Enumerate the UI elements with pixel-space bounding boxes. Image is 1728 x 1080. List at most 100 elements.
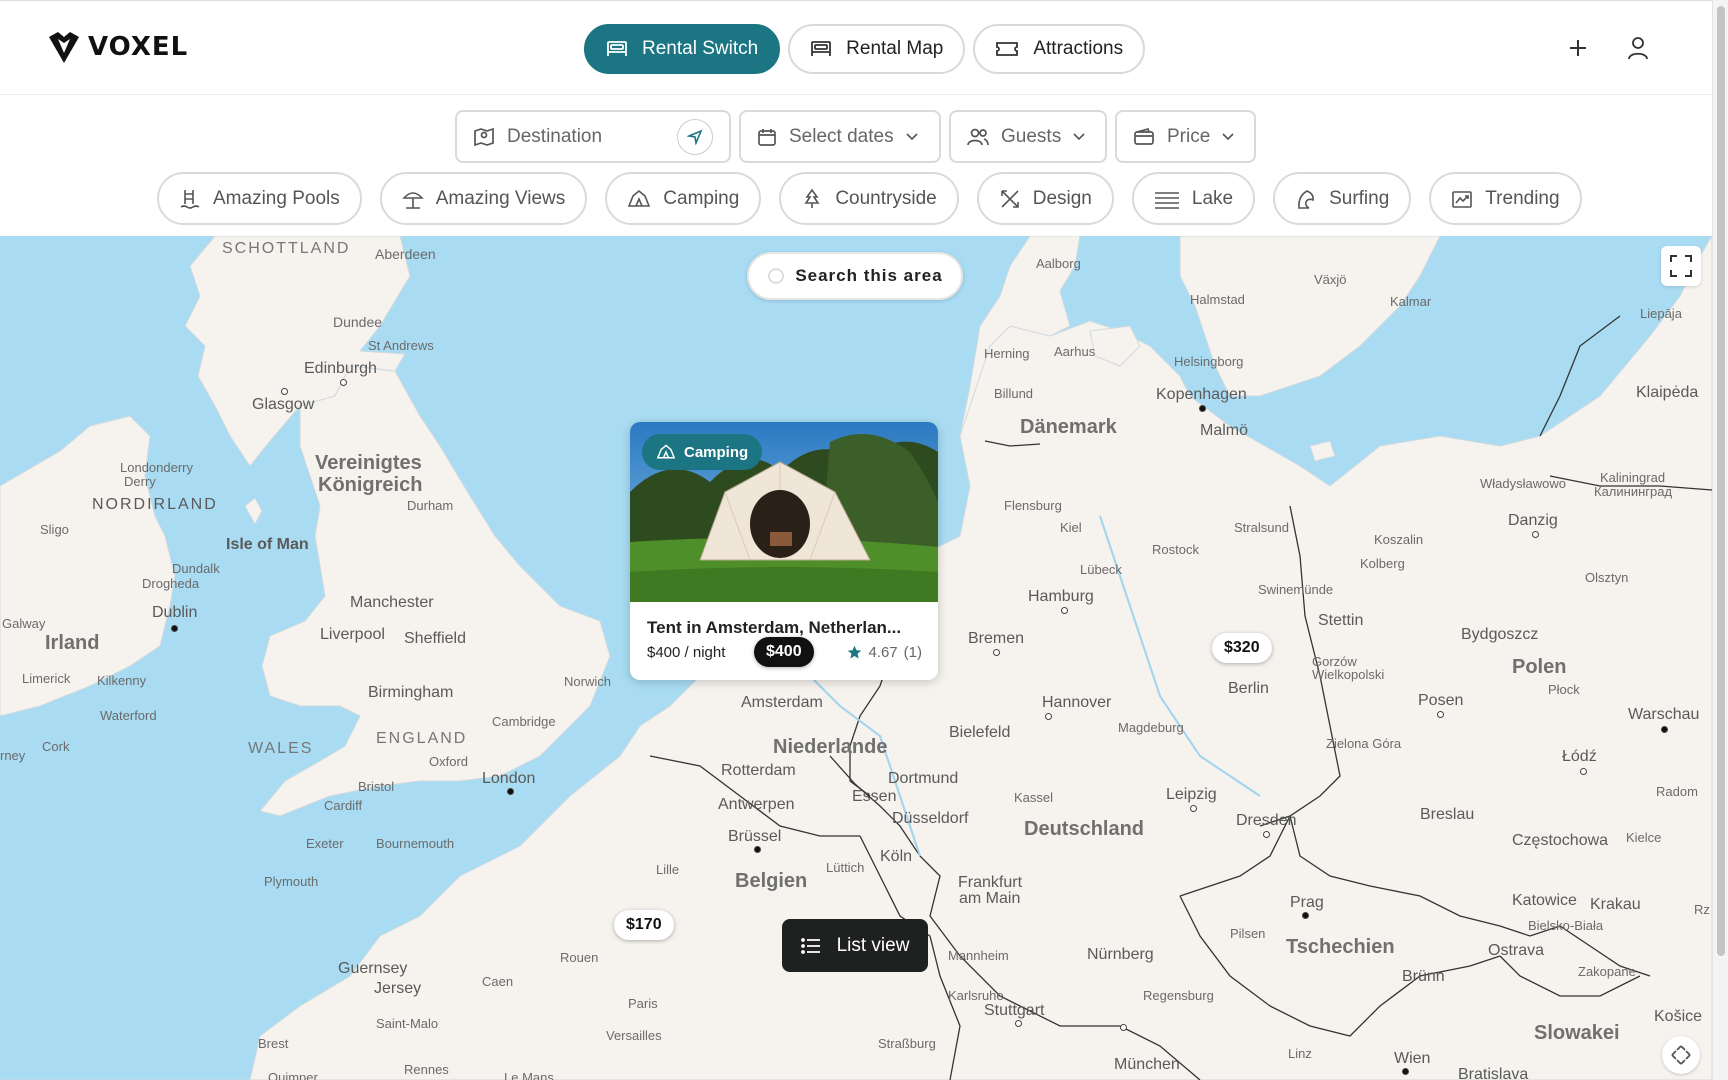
map-label: Drogheda: [142, 576, 200, 591]
tab-rental-map[interactable]: Rental Map: [788, 24, 966, 74]
plus-icon[interactable]: [1563, 33, 1593, 63]
category-label: Countryside: [835, 187, 937, 209]
map-label: Aalborg: [1036, 256, 1081, 271]
map-label: Hannover: [1042, 694, 1112, 711]
map-label: Tschechien: [1286, 936, 1395, 958]
map-label: Kiel: [1060, 520, 1082, 535]
map-label: Wielkopolski: [1312, 667, 1385, 682]
map-label: Danzig: [1508, 512, 1558, 529]
category-badge: Camping: [642, 434, 763, 470]
map-label: Antwerpen: [718, 796, 795, 813]
map-label: Kassel: [1014, 790, 1054, 805]
city-dot: [1402, 1068, 1409, 1075]
recenter-button[interactable]: [1662, 1036, 1700, 1074]
trending-icon: [1452, 190, 1473, 208]
voxel-logo-icon: [49, 32, 79, 63]
city-dot: [754, 846, 761, 853]
map-label: rney: [0, 748, 26, 763]
fullscreen-icon: [1670, 255, 1692, 277]
map-label: Herning: [984, 346, 1030, 361]
map-label: Rz: [1694, 902, 1710, 917]
review-count: (1): [903, 644, 922, 661]
city-dot: [507, 788, 514, 795]
listing-photo[interactable]: Camping: [630, 422, 938, 602]
tab-rental-switch[interactable]: Rental Switch: [584, 24, 781, 74]
map-label: St Andrews: [368, 338, 434, 353]
map-label: Polen: [1512, 656, 1567, 678]
category-amazing-views[interactable]: Amazing Views: [379, 172, 588, 225]
map-label: Pilsen: [1230, 926, 1266, 941]
map-label: Straßburg: [878, 1036, 936, 1051]
search-area-label: Search this area: [795, 266, 943, 285]
map-label: Deutschland: [1024, 818, 1145, 840]
destination-field[interactable]: Destination: [455, 110, 731, 163]
tent-icon: [628, 189, 651, 207]
listing-title[interactable]: Tent in Amsterdam, Netherlan...: [647, 618, 927, 638]
scrollbar-thumb[interactable]: [1717, 6, 1725, 956]
category-camping[interactable]: Camping: [605, 172, 762, 225]
category-design[interactable]: Design: [976, 172, 1114, 225]
map-label: Bielsko-Biała: [1528, 918, 1604, 933]
price-pin[interactable]: $400: [754, 637, 814, 667]
map-icon: [474, 127, 494, 146]
map-label: Quimper: [268, 1070, 318, 1080]
city-dot: [1263, 831, 1270, 838]
map-label: Exeter: [306, 836, 344, 851]
search-this-area-button[interactable]: Search this area: [747, 252, 963, 300]
map-label: Stralsund: [1234, 520, 1289, 535]
crosshair-icon: [1671, 1045, 1691, 1065]
map-label: Berlin: [1228, 680, 1269, 697]
map[interactable]: SCHOTTLAND Aberdeen Dundee St Andrews Ed…: [0, 236, 1712, 1080]
city-dot: [171, 625, 178, 632]
map-label: Kielce: [1626, 830, 1662, 845]
map-label: Waterford: [100, 708, 157, 723]
dates-field[interactable]: Select dates: [739, 110, 941, 163]
map-label: Aarhus: [1054, 344, 1096, 359]
fullscreen-button[interactable]: [1661, 246, 1701, 286]
map-label: Stuttgart: [984, 1002, 1045, 1019]
category-trending[interactable]: Trending: [1429, 172, 1582, 225]
map-label: Swinemünde: [1258, 582, 1334, 597]
map-label: Galway: [2, 616, 46, 631]
page-scrollbar[interactable]: [1712, 0, 1728, 1080]
locate-me-button[interactable]: [677, 118, 713, 155]
tab-attractions[interactable]: Attractions: [973, 24, 1146, 74]
listing-rating: 4.67 (1): [847, 644, 922, 661]
map-label: Dublin: [152, 604, 198, 621]
map-label: Karlsruhe: [948, 988, 1004, 1003]
map-label: Glasgow: [252, 396, 315, 413]
map-label: Norwich: [564, 674, 611, 689]
city-dot: [1532, 531, 1539, 538]
map-label: Edinburgh: [304, 360, 377, 377]
map-label: Niederlande: [773, 736, 888, 758]
category-countryside[interactable]: Countryside: [779, 172, 959, 225]
list-view-button[interactable]: List view: [782, 919, 928, 972]
category-surfing[interactable]: Surfing: [1273, 172, 1412, 225]
map-label: NORDIRLAND: [92, 496, 218, 513]
price-pin[interactable]: $170: [614, 910, 674, 940]
map-label: Posen: [1418, 692, 1464, 709]
listing-price: $400 / night: [647, 644, 726, 661]
map-label: Magdeburg: [1118, 720, 1184, 735]
city-dot: [993, 649, 1000, 656]
wallet-icon: [1134, 127, 1154, 145]
city-dot: [1120, 1024, 1127, 1031]
price-pin[interactable]: $320: [1212, 633, 1272, 663]
map-label: Caen: [482, 974, 514, 989]
city-dot: [1015, 1020, 1022, 1027]
guests-field[interactable]: Guests: [949, 110, 1107, 163]
category-row: Amazing Pools Amazing Views Camping Coun…: [157, 172, 1582, 225]
category-lake[interactable]: Lake: [1131, 172, 1256, 225]
map-label: Bratislava: [1458, 1066, 1529, 1080]
tab-label: Rental Map: [846, 38, 944, 59]
map-label: am Main: [959, 890, 1021, 907]
map-label: Liepāja: [1640, 306, 1682, 321]
map-label: Cork: [42, 739, 70, 754]
price-field[interactable]: Price: [1115, 110, 1256, 163]
city-dot: [340, 379, 347, 386]
user-icon[interactable]: [1623, 33, 1653, 63]
logo[interactable]: VOXEL: [46, 29, 188, 65]
map-label: Калининград: [1594, 484, 1673, 499]
category-amazing-pools[interactable]: Amazing Pools: [157, 172, 362, 225]
calendar-icon: [758, 128, 776, 146]
